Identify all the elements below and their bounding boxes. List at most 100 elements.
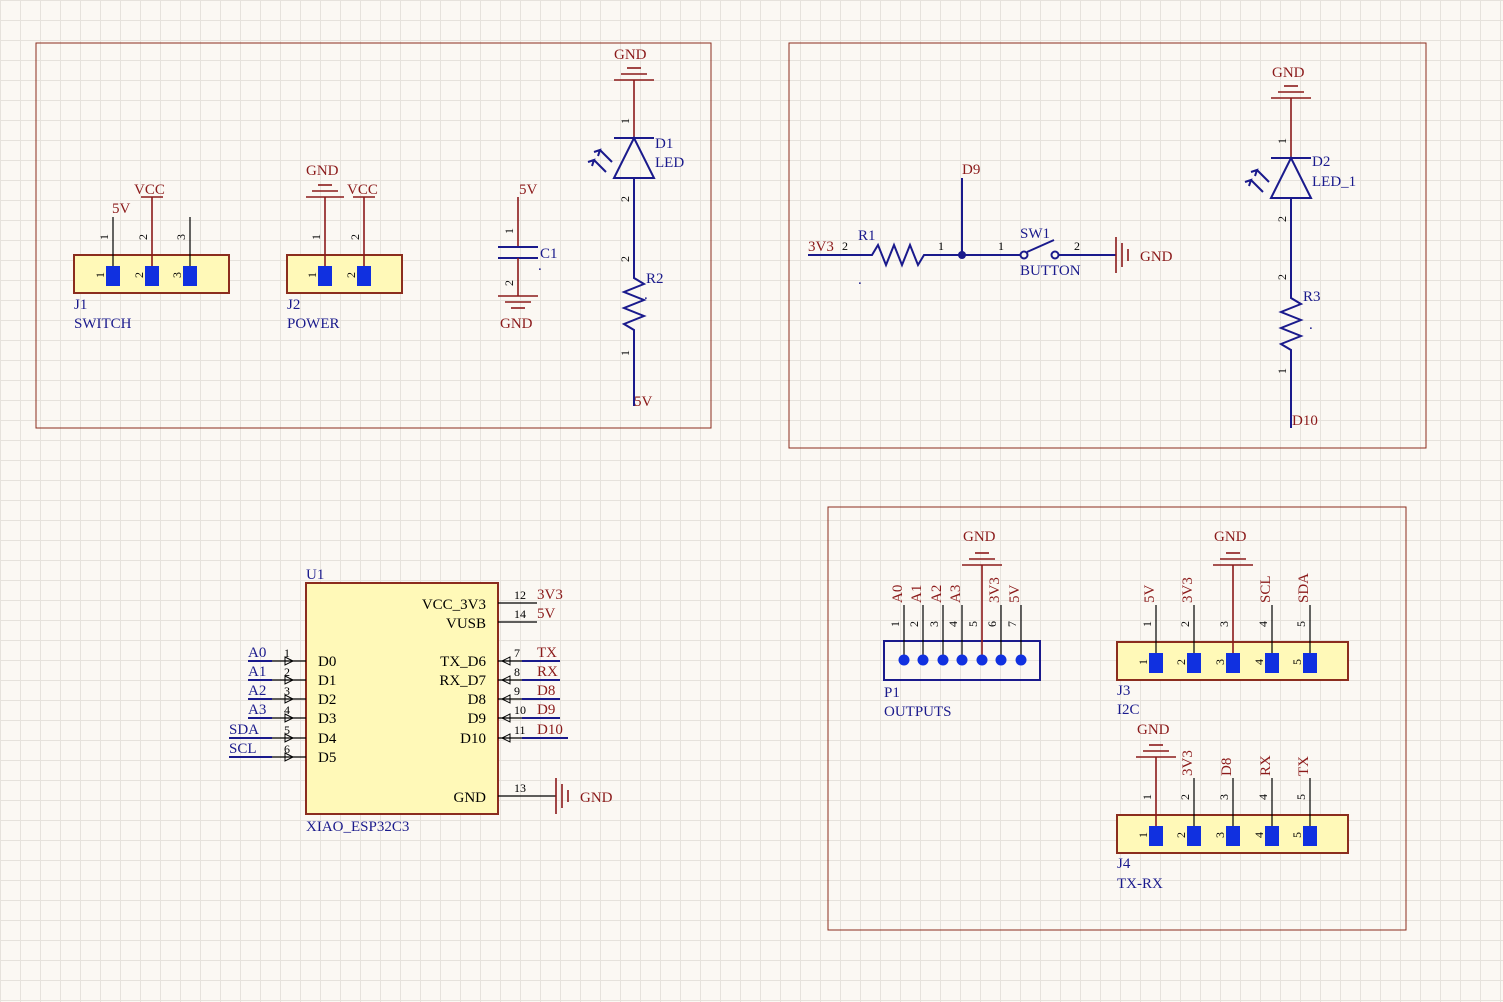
component-value-r1: . (858, 272, 862, 288)
connector-j3[interactable]: 1 2 3 4 5 1 2 3 4 5 5V 3V3 SCL SDA GND J… (1116, 529, 1349, 718)
schematic-canvas[interactable]: 1 2 3 1 2 3 5V VCC J1 SWITCH 1 2 1 2 GND… (0, 0, 1503, 1002)
net-label-a2: A2 (248, 683, 266, 699)
connector-j2[interactable]: 1 2 1 2 GND VCC J2 POWER (286, 163, 403, 332)
net-label-vcc: VCC (134, 182, 165, 198)
pin-number: 1 (1140, 621, 1154, 627)
pin-number: 2 (284, 665, 290, 679)
net-label-5v: 5V (1007, 585, 1023, 604)
led-d1[interactable]: GND 1 2 D1 LED (587, 47, 684, 272)
led-d2[interactable]: GND 1 2 D2 LED_1 (1244, 65, 1356, 292)
pin-number: 6 (284, 742, 290, 756)
resistor-r3[interactable]: 2 1 R3 . D10 (1275, 274, 1321, 429)
pin-name: D3 (318, 711, 336, 727)
connector-j4[interactable]: 1 2 3 4 5 1 2 3 4 5 3V3 D8 RX TX GND J4 … (1116, 722, 1349, 892)
pin-number: 2 (136, 234, 150, 240)
designator-j1: J1 (74, 297, 87, 313)
pad-number: 2 (132, 272, 146, 278)
pin-number: 1 (1275, 368, 1289, 374)
pin-number: 4 (946, 621, 960, 627)
net-label-scl: SCL (1258, 575, 1274, 603)
pin-name: VUSB (446, 616, 486, 632)
net-label-d8: D8 (537, 683, 555, 699)
net-label-a3: A3 (948, 585, 964, 603)
pin-number: 2 (502, 280, 516, 286)
net-label-tx: TX (1296, 756, 1312, 776)
pin-number: 4 (284, 703, 290, 717)
pin-number: 8 (514, 665, 520, 679)
switch-sw1[interactable]: 1 2 SW1 BUTTON GND (998, 226, 1173, 279)
pin-number: 2 (618, 196, 632, 202)
designator-p1: P1 (884, 685, 900, 701)
net-label-3v3: 3V3 (987, 577, 1003, 603)
net-label-gnd: GND (500, 316, 533, 332)
block-frame-button (788, 42, 1427, 449)
net-label-gnd: GND (306, 163, 339, 179)
pin-name: RX_D7 (439, 673, 486, 689)
net-label-a3: A3 (248, 702, 266, 718)
pin-number: 2 (348, 234, 362, 240)
pad-number: 1 (1136, 659, 1150, 665)
net-label-d10: D10 (537, 722, 563, 738)
net-label-scl: SCL (229, 741, 257, 757)
designator-r1: R1 (858, 228, 876, 244)
pin-number: 11 (514, 723, 526, 737)
pin-number: 2 (842, 239, 848, 253)
pin-number: 3 (174, 234, 188, 240)
net-label-5v: 5V (634, 394, 653, 410)
pin-name: TX_D6 (440, 654, 486, 670)
net-label-gnd: GND (1214, 529, 1247, 545)
pin-number: 5 (1294, 621, 1308, 627)
pad-number: 3 (1213, 659, 1227, 665)
pin-number: 3 (1217, 621, 1231, 627)
pin-number: 4 (1256, 621, 1270, 627)
pin-number: 2 (907, 621, 921, 627)
designator-c1: C1 (540, 246, 558, 262)
pad-number: 2 (1174, 832, 1188, 838)
net-label-5v: 5V (112, 201, 131, 217)
pin-number: 3 (1217, 794, 1231, 800)
pad-number: 4 (1252, 659, 1266, 665)
connector-j1[interactable]: 1 2 3 1 2 3 5V VCC J1 SWITCH (73, 182, 230, 332)
component-value-j1: SWITCH (74, 316, 132, 332)
connector-p1[interactable]: 1 2 3 4 5 6 7 A0 A1 A2 A3 3V3 5V GND P1 … (883, 529, 1041, 720)
capacitor-c1[interactable]: 1 2 5V C1 . GND (498, 182, 558, 332)
pad-number: 3 (170, 272, 184, 278)
designator-sw1: SW1 (1020, 226, 1050, 242)
pin-name: GND (454, 790, 487, 806)
pin-name: VCC_3V3 (422, 597, 486, 613)
component-value-j4: TX-RX (1117, 876, 1163, 892)
net-label-gnd: GND (1272, 65, 1305, 81)
pin-name: D4 (318, 731, 337, 747)
designator-d1: D1 (655, 136, 673, 152)
net-label-d8: D8 (1219, 758, 1235, 776)
net-d9-junction[interactable]: D9 (958, 162, 980, 259)
component-value-j2: POWER (287, 316, 340, 332)
pad-number: 1 (93, 272, 107, 278)
net-label-gnd: GND (1140, 249, 1173, 265)
pad-number: 2 (1174, 659, 1188, 665)
designator-j4: J4 (1117, 856, 1131, 872)
net-label-a2: A2 (929, 585, 945, 603)
net-label-3v3: 3V3 (1180, 577, 1196, 603)
pin-number: 2 (1178, 621, 1192, 627)
net-label-d10: D10 (1292, 413, 1318, 429)
pin-number: 6 (985, 621, 999, 627)
pin-number: 1 (618, 350, 632, 356)
pin-number: 1 (284, 646, 290, 660)
net-label-d9: D9 (962, 162, 980, 178)
designator-d2: D2 (1312, 154, 1330, 170)
net-label-a1: A1 (248, 664, 266, 680)
mcu-u1[interactable]: U1 XIAO_ESP32C3 1 D0 A0 2 D1 A1 3 D2 A2 (229, 567, 613, 835)
net-label-rx: RX (1258, 755, 1274, 776)
net-label-a1: A1 (909, 585, 925, 603)
designator-r3: R3 (1303, 289, 1321, 305)
resistor-r1[interactable]: 3V3 2 1 R1 . (808, 228, 1020, 288)
net-label-3v3: 3V3 (537, 587, 563, 603)
pin-number: 14 (514, 607, 526, 621)
net-label-3v3: 3V3 (808, 239, 834, 255)
net-label-tx: TX (537, 645, 557, 661)
pin-number: 7 (514, 646, 520, 660)
resistor-r2[interactable]: 2 1 R2 . 5V (618, 256, 664, 410)
pin-name: D5 (318, 750, 336, 766)
net-label-gnd: GND (580, 790, 613, 806)
